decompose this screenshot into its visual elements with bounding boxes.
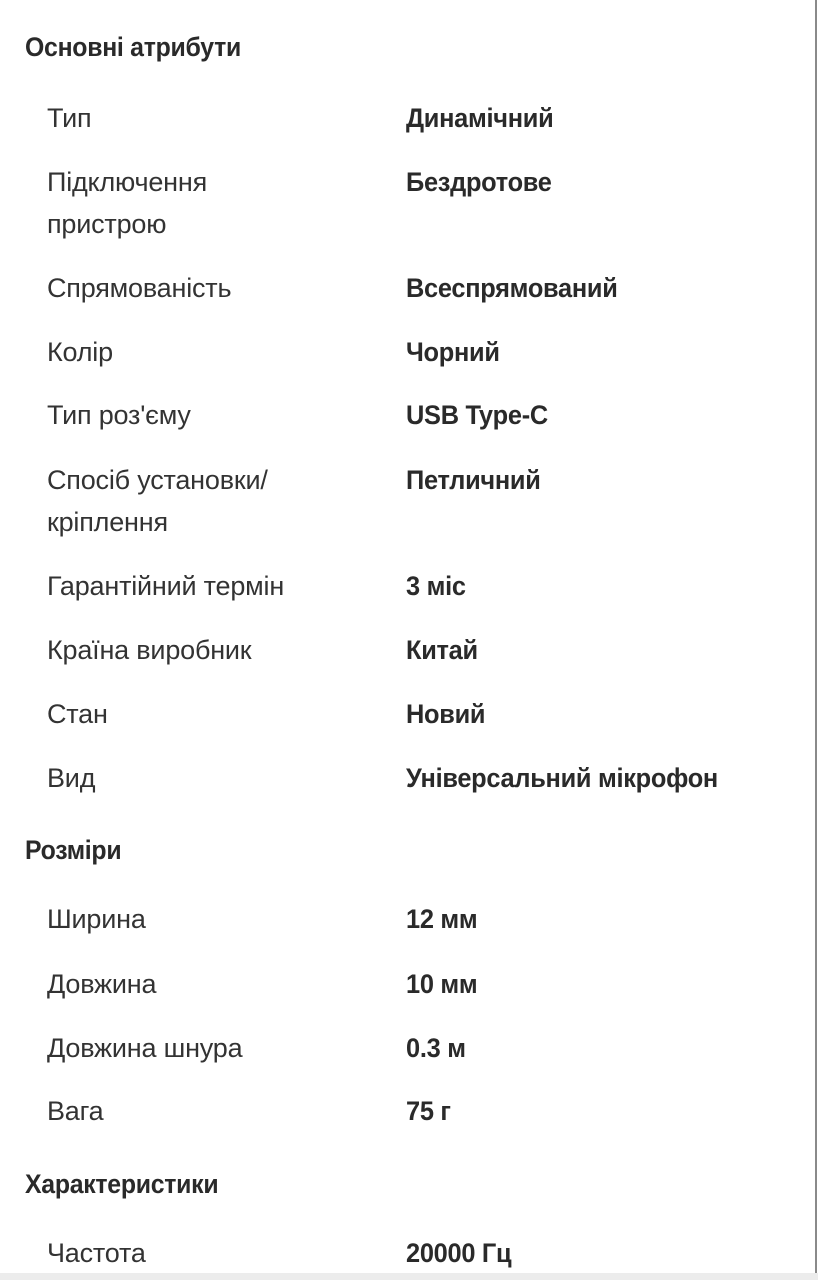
attribute-value: 3 міс xyxy=(406,571,466,601)
attribute-value: 10 мм xyxy=(406,969,478,999)
attribute-value: Бездротове xyxy=(406,167,552,197)
attribute-label: Країна виробник xyxy=(47,635,252,665)
attribute-label: Частота xyxy=(47,1238,146,1268)
attribute-label: Довжина xyxy=(47,969,157,999)
attribute-value: Всеспрямований xyxy=(406,273,618,303)
attribute-value: 0.3 м xyxy=(406,1033,466,1063)
attribute-label: Спосіб установки/ кріплення xyxy=(47,465,268,537)
attribute-value: Новий xyxy=(406,699,486,729)
attribute-value: Динамічний xyxy=(406,103,554,133)
attribute-value: Китай xyxy=(406,635,478,665)
attribute-label: Довжина шнура xyxy=(47,1033,243,1063)
section-title-main-attributes: Основні атрибути xyxy=(25,32,241,62)
attribute-value: USB Type-C xyxy=(406,400,548,430)
attribute-value: 12 мм xyxy=(406,904,478,934)
product-attributes-panel: Основні атрибути Тип Динамічний Підключе… xyxy=(0,0,817,1273)
attribute-label: Гарантійний термін xyxy=(47,571,285,601)
section-title-characteristics: Характеристики xyxy=(25,1169,219,1199)
attribute-label: Підключення пристрою xyxy=(47,167,208,239)
attribute-value: Універсальний мікрофон xyxy=(406,763,718,793)
attribute-label: Ширина xyxy=(47,904,146,934)
attribute-label: Спрямованість xyxy=(47,273,232,303)
attribute-label: Колір xyxy=(47,337,113,367)
attribute-value: 20000 Гц xyxy=(406,1238,512,1268)
attribute-value: Петличний xyxy=(406,465,541,495)
attribute-label: Тип роз'єму xyxy=(47,400,191,430)
attribute-label: Тип xyxy=(47,103,92,133)
attribute-label: Вага xyxy=(47,1096,104,1126)
bottom-divider xyxy=(0,1273,818,1280)
attribute-label: Вид xyxy=(47,763,96,793)
attribute-value: Чорний xyxy=(406,337,500,367)
attribute-label: Стан xyxy=(47,699,108,729)
section-title-dimensions: Розміри xyxy=(25,835,122,865)
attribute-value: 75 г xyxy=(406,1096,451,1126)
